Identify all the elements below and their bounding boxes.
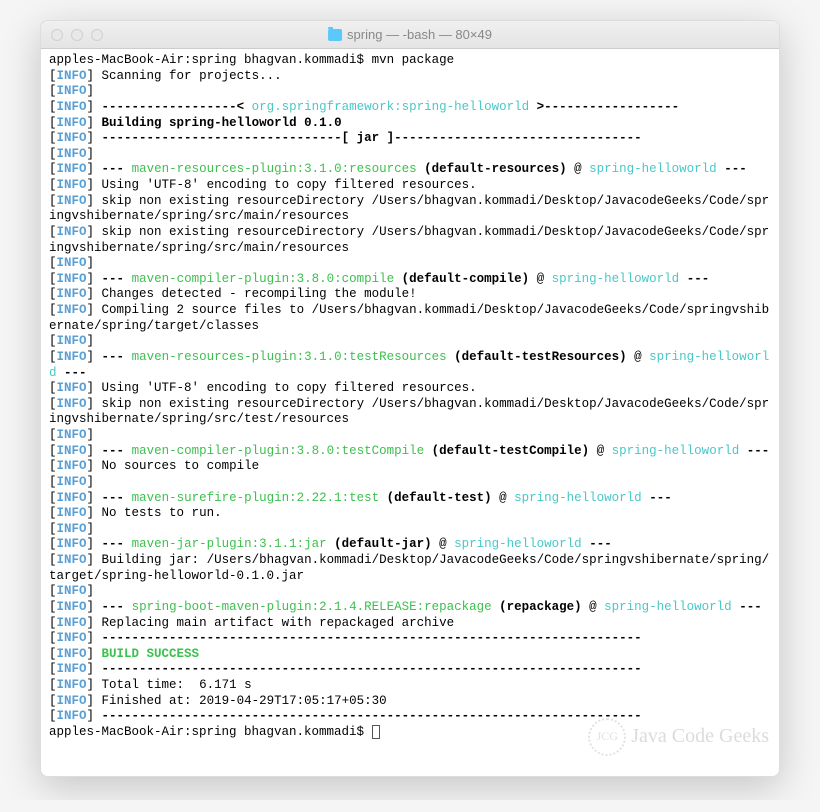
finished-at: Finished at: 2019-04-29T17:05:17+05:30	[102, 694, 387, 708]
plugin-goal: (repackage)	[492, 600, 582, 614]
log-line: Using 'UTF-8' encoding to copy filtered …	[102, 381, 477, 395]
log-line: Building jar: /Users/bhagvan.kommadi/Des…	[49, 553, 769, 583]
watermark-text: Java Code Geeks	[631, 724, 769, 749]
plugin-project: spring-helloworld	[589, 162, 717, 176]
log-line: Replacing main artifact with repackaged …	[102, 616, 455, 630]
plugin-goal: (default-jar)	[327, 537, 432, 551]
terminal-window: spring — -bash — 80×49 apples-MacBook-Ai…	[40, 20, 780, 777]
log-line: ----------------------------------------…	[94, 662, 642, 676]
watermark-badge: JCG	[588, 718, 626, 756]
log-line: ----------------------------------------…	[94, 631, 642, 645]
close-button[interactable]	[51, 29, 63, 41]
log-line: skip non existing resourceDirectory /Use…	[49, 397, 769, 427]
traffic-lights	[51, 29, 103, 41]
plugin-project: spring-helloworld	[612, 444, 740, 458]
plugin-goal: (default-compile)	[394, 272, 529, 286]
log-line: skip non existing resourceDirectory /Use…	[49, 194, 769, 224]
folder-icon	[328, 29, 342, 41]
plugin-name: maven-resources-plugin:3.1.0:testResourc…	[132, 350, 447, 364]
log-line: Changes detected - recompiling the modul…	[102, 287, 417, 301]
plugin-project: spring-helloworld	[604, 600, 732, 614]
log-line: ------------------<	[94, 100, 252, 114]
log-line: Scanning for projects...	[102, 69, 282, 83]
prompt-end: apples-MacBook-Air:spring bhagvan.kommad…	[49, 725, 372, 739]
log-line: --------------------------------[ jar ]-…	[94, 131, 642, 145]
titlebar[interactable]: spring — -bash — 80×49	[41, 21, 779, 49]
log-line: No sources to compile	[102, 459, 260, 473]
window-title-area: spring — -bash — 80×49	[328, 27, 492, 42]
plugin-name: maven-resources-plugin:3.1.0:resources	[132, 162, 417, 176]
watermark: JCG Java Code Geeks	[588, 718, 769, 756]
maximize-button[interactable]	[91, 29, 103, 41]
plugin-goal: (default-testResources)	[447, 350, 627, 364]
cursor	[372, 725, 380, 739]
plugin-name: maven-surefire-plugin:2.22.1:test	[132, 491, 380, 505]
plugin-project: spring-helloworld	[552, 272, 680, 286]
plugin-name: spring-boot-maven-plugin:2.1.4.RELEASE:r…	[132, 600, 492, 614]
log-line: ----------------------------------------…	[94, 709, 642, 723]
plugin-goal: (default-testCompile)	[424, 444, 589, 458]
plugin-project: spring-helloworld	[454, 537, 582, 551]
terminal-content[interactable]: apples-MacBook-Air:spring bhagvan.kommad…	[41, 49, 779, 776]
minimize-button[interactable]	[71, 29, 83, 41]
prompt-prefix: apples-MacBook-Air:spring bhagvan.kommad…	[49, 53, 372, 67]
total-time: Total time: 6.171 s	[102, 678, 252, 692]
window-title: spring — -bash — 80×49	[347, 27, 492, 42]
plugin-name: maven-compiler-plugin:3.8.0:testCompile	[132, 444, 425, 458]
plugin-project: spring-helloworld	[514, 491, 642, 505]
build-success: BUILD SUCCESS	[102, 647, 200, 661]
log-line: >------------------	[529, 100, 679, 114]
log-line: Building spring-helloworld 0.1.0	[102, 116, 342, 130]
plugin-goal: (default-test)	[379, 491, 492, 505]
log-line: Using 'UTF-8' encoding to copy filtered …	[102, 178, 477, 192]
plugin-name: maven-jar-plugin:3.1.1:jar	[132, 537, 327, 551]
command-input: mvn package	[372, 53, 455, 67]
log-line: Compiling 2 source files to /Users/bhagv…	[49, 303, 769, 333]
log-line: No tests to run.	[102, 506, 222, 520]
plugin-name: maven-compiler-plugin:3.8.0:compile	[132, 272, 395, 286]
project-name: org.springframework:spring-helloworld	[252, 100, 530, 114]
log-line: skip non existing resourceDirectory /Use…	[49, 225, 769, 255]
plugin-goal: (default-resources)	[417, 162, 567, 176]
log-line: ---	[102, 162, 132, 176]
